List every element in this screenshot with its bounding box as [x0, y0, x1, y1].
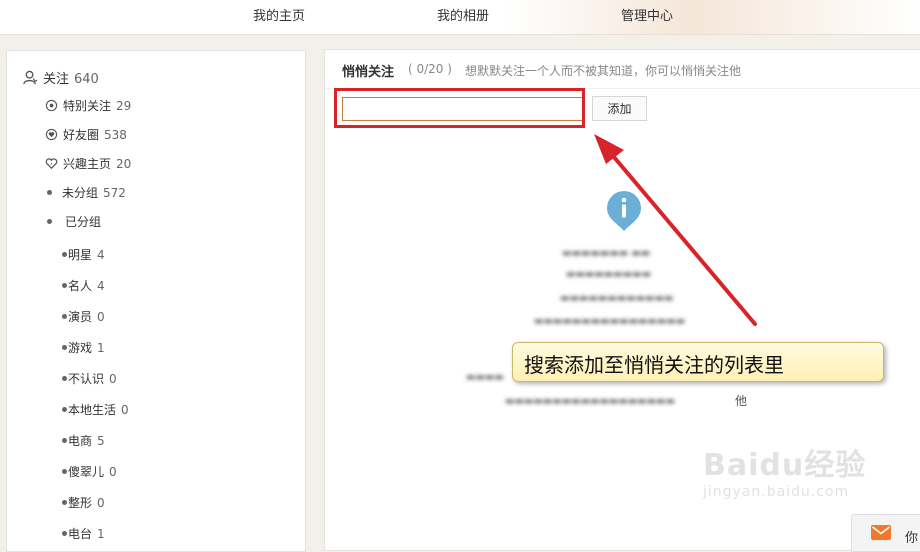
- empty-state-trailing-text: 他: [735, 394, 748, 408]
- sidebar-item-label: 未分组: [62, 186, 99, 200]
- subgroup-count: 0: [121, 403, 129, 417]
- sidebar-item-label: 兴趣主页: [63, 157, 112, 171]
- blurred-text-line: ▬▬▬▬: [466, 372, 504, 383]
- sidebar-follow[interactable]: 关注 640: [23, 68, 99, 87]
- subgroup-item[interactable]: 电商 5: [62, 432, 105, 449]
- dot-icon: [62, 314, 67, 319]
- add-button[interactable]: 添加: [592, 96, 647, 121]
- subgroup-count: 1: [97, 527, 105, 541]
- subgroup-item[interactable]: 不认识 0: [62, 370, 117, 387]
- sidebar-item-special[interactable]: 特别关注 29: [45, 97, 131, 114]
- subgroup-label: 演员: [68, 310, 93, 324]
- annotation-arrow: [594, 134, 757, 326]
- subgroup-count: 0: [97, 496, 105, 510]
- dot-icon: [62, 438, 67, 443]
- quota-count: ( 0/20 ): [408, 62, 452, 76]
- subgroup-count: 1: [97, 341, 105, 355]
- dot-icon: [47, 190, 52, 195]
- nav-admin-link[interactable]: 管理中心: [621, 5, 673, 24]
- sidebar-follow-count: 640: [74, 72, 99, 87]
- subgroup-label: 名人: [68, 279, 93, 293]
- sidebar-item-label: 特别关注: [63, 99, 112, 113]
- subgroup-label: 游戏: [68, 341, 93, 355]
- subgroup-label: 电商: [68, 434, 93, 448]
- message-tab[interactable]: 你: [851, 514, 920, 552]
- subgroup-count: 4: [97, 279, 105, 293]
- sidebar-follow-label: 关注: [43, 72, 70, 87]
- subgroup-label: 电台: [68, 527, 93, 541]
- subgroup-count: 0: [109, 372, 117, 386]
- mail-icon: [871, 525, 891, 540]
- watermark-logo: Baidu经验: [703, 448, 867, 483]
- annotation-highlight-box: [334, 88, 585, 128]
- dot-icon: [62, 469, 67, 474]
- sidebar-item-ungrouped[interactable]: 未分组 572: [47, 184, 126, 201]
- subgroup-item[interactable]: 名人 4: [62, 277, 105, 294]
- subgroup-count: 0: [109, 465, 117, 479]
- subgroup-label: 本地生活: [68, 403, 117, 417]
- sidebar-item-label: 好友圈: [63, 128, 100, 142]
- sidebar-item-label: 已分组: [65, 215, 102, 229]
- sidebar-item-friends[interactable]: 好友圈 538: [45, 126, 127, 143]
- subgroup-item[interactable]: 傻翠儿 0: [62, 463, 117, 480]
- dot-icon: [62, 500, 67, 505]
- message-tab-label: 你: [905, 531, 919, 546]
- subgroup-label: 傻翠儿: [68, 465, 105, 479]
- subgroup-label: 整形: [68, 496, 93, 510]
- sidebar-item-count: 29: [116, 99, 132, 113]
- subgroup-label: 明星: [68, 248, 93, 262]
- top-nav: 我的主页 我的相册 管理中心: [0, 0, 920, 35]
- subgroup-item[interactable]: 游戏 1: [62, 339, 105, 356]
- heart-circle-icon: [45, 128, 58, 141]
- subgroup-item[interactable]: 明星 4: [62, 246, 105, 263]
- subgroup-label: 不认识: [68, 372, 105, 386]
- heart-outline-icon: [45, 158, 58, 169]
- panel-title: 悄悄关注: [342, 65, 395, 80]
- dot-icon: [62, 376, 67, 381]
- subgroup-item[interactable]: 整形 0: [62, 494, 105, 511]
- subgroup-item[interactable]: 演员 0: [62, 308, 105, 325]
- eye-icon: [45, 99, 58, 112]
- annotation-callout: 搜索添加至悄悄关注的列表里: [512, 342, 884, 382]
- dot-icon: [62, 283, 67, 288]
- follow-sidebar: 关注 640 特别关注 29 好友圈 538 兴趣主页 20 未分组 572 已分组 明星…: [6, 50, 306, 552]
- panel-description: 想默默关注一个人而不被其知道，你可以悄悄关注他: [465, 64, 742, 78]
- subgroup-count: 0: [97, 310, 105, 324]
- blurred-text-line: ▬▬▬▬▬▬▬▬▬▬▬▬▬▬▬▬▬▬: [505, 396, 676, 407]
- dot-icon: [62, 531, 67, 536]
- user-icon: [23, 70, 38, 85]
- sidebar-item-count: 20: [116, 157, 132, 171]
- subgroup-count: 4: [97, 248, 105, 262]
- nav-album-link[interactable]: 我的相册: [437, 5, 489, 24]
- subgroup-count: 5: [97, 434, 105, 448]
- sidebar-item-count: 538: [104, 128, 127, 142]
- dot-icon: [62, 252, 67, 257]
- watermark-url: jingyan.baidu.com: [703, 484, 850, 500]
- sidebar-item-grouped[interactable]: 已分组: [47, 213, 101, 230]
- subgroup-item[interactable]: 电台 1: [62, 525, 105, 542]
- nav-home-link[interactable]: 我的主页: [253, 5, 305, 24]
- dot-icon: [62, 345, 67, 350]
- subgroup-item[interactable]: 本地生活 0: [62, 401, 129, 418]
- dot-icon: [62, 407, 67, 412]
- sidebar-item-count: 572: [103, 186, 126, 200]
- watermark: Baidu经验 jingyan.baidu.com: [703, 440, 866, 500]
- sidebar-item-interest[interactable]: 兴趣主页 20: [45, 155, 131, 172]
- panel-header: 悄悄关注 ( 0/20 ) 想默默关注一个人而不被其知道，你可以悄悄关注他: [325, 50, 920, 89]
- dot-icon: [47, 219, 52, 224]
